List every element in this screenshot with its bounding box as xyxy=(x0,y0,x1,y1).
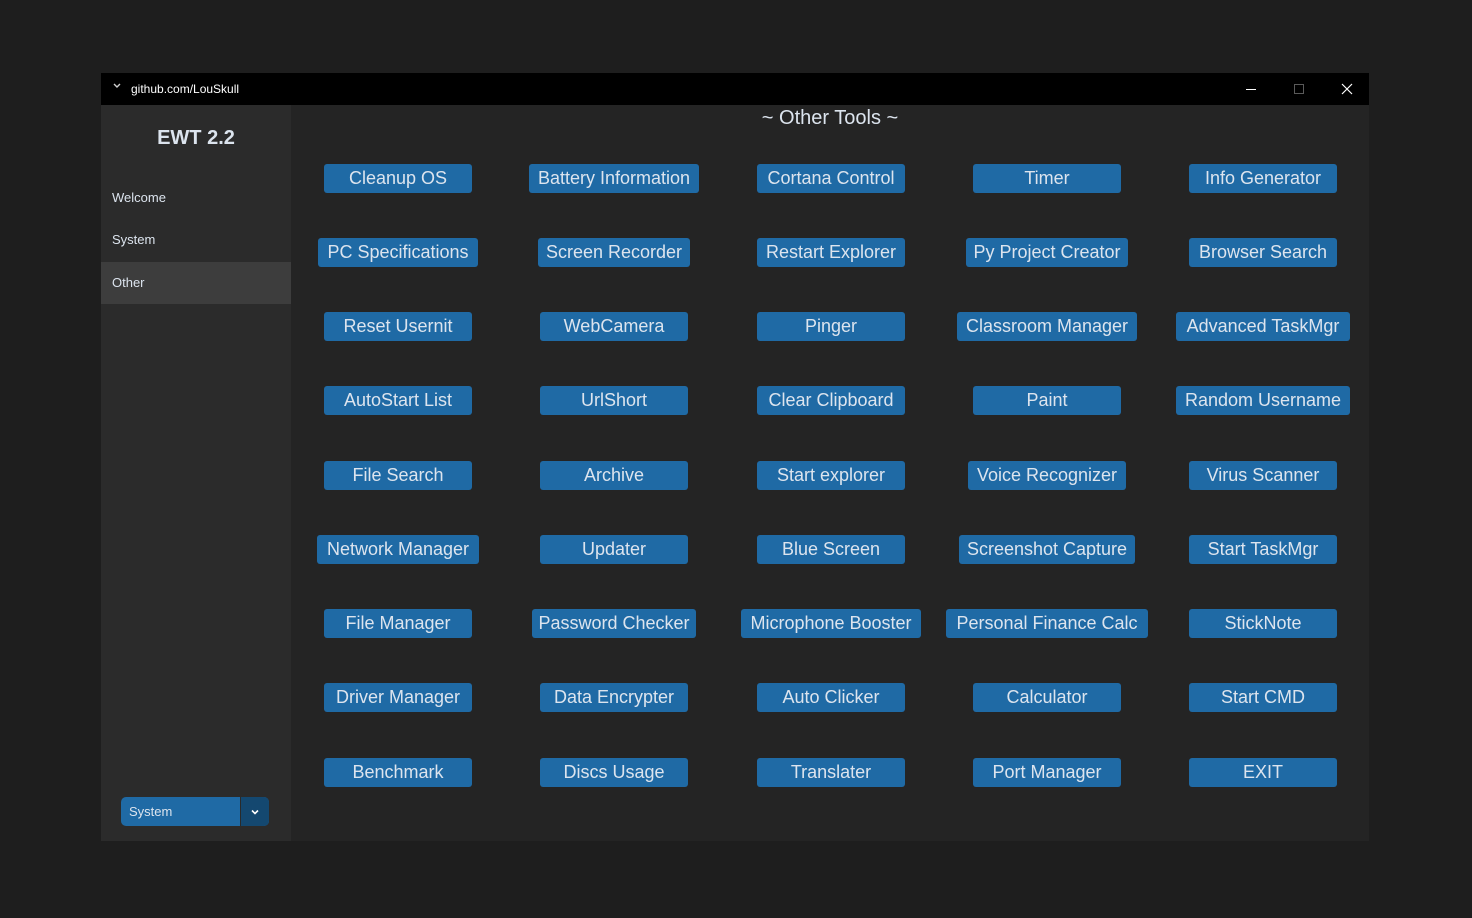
exit-button[interactable]: EXIT xyxy=(1189,758,1337,787)
advanced-taskmgr-button[interactable]: Advanced TaskMgr xyxy=(1176,312,1350,341)
classroom-manager-button[interactable]: Classroom Manager xyxy=(957,312,1137,341)
reset-usernit-button[interactable]: Reset Usernit xyxy=(324,312,472,341)
virus-scanner-button[interactable]: Virus Scanner xyxy=(1189,461,1337,490)
personal-finance-calc-button[interactable]: Personal Finance Calc xyxy=(946,609,1148,638)
auto-clicker-button[interactable]: Auto Clicker xyxy=(757,683,905,712)
file-search-button[interactable]: File Search xyxy=(324,461,472,490)
app-window: github.com/LouSkull EWT 2.2 Welcome Syst… xyxy=(101,73,1369,841)
benchmark-button[interactable]: Benchmark xyxy=(324,758,472,787)
appearance-mode-select[interactable]: System xyxy=(121,797,269,826)
port-manager-button[interactable]: Port Manager xyxy=(973,758,1121,787)
cleanup-os-button[interactable]: Cleanup OS xyxy=(324,164,472,193)
network-manager-button[interactable]: Network Manager xyxy=(317,535,479,564)
screenshot-capture-button[interactable]: Screenshot Capture xyxy=(959,535,1135,564)
voice-recognizer-button[interactable]: Voice Recognizer xyxy=(968,461,1126,490)
random-username-button[interactable]: Random Username xyxy=(1176,386,1350,415)
browser-search-button[interactable]: Browser Search xyxy=(1189,238,1337,267)
window-title: github.com/LouSkull xyxy=(131,82,240,96)
appearance-mode-value: System xyxy=(129,804,173,819)
screen-recorder-button[interactable]: Screen Recorder xyxy=(538,238,690,267)
start-taskmgr-button[interactable]: Start TaskMgr xyxy=(1189,535,1337,564)
battery-information-button[interactable]: Battery Information xyxy=(529,164,699,193)
autostart-list-button[interactable]: AutoStart List xyxy=(324,386,472,415)
data-encrypter-button[interactable]: Data Encrypter xyxy=(540,683,688,712)
page-title: ~ Other Tools ~ xyxy=(761,107,899,129)
minimize-icon xyxy=(1246,89,1256,90)
close-button[interactable] xyxy=(1323,73,1371,105)
chevron-down-icon xyxy=(251,809,259,815)
restart-explorer-button[interactable]: Restart Explorer xyxy=(757,238,905,267)
discs-usage-button[interactable]: Discs Usage xyxy=(540,758,688,787)
driver-manager-button[interactable]: Driver Manager xyxy=(324,683,472,712)
minimize-button[interactable] xyxy=(1227,73,1275,105)
pinger-button[interactable]: Pinger xyxy=(757,312,905,341)
info-generator-button[interactable]: Info Generator xyxy=(1189,164,1337,193)
start-explorer-button[interactable]: Start explorer xyxy=(757,461,905,490)
sticknote-button[interactable]: StickNote xyxy=(1189,609,1337,638)
title-bar[interactable]: github.com/LouSkull xyxy=(101,73,1369,105)
dropdown-toggle[interactable] xyxy=(240,797,269,826)
updater-button[interactable]: Updater xyxy=(540,535,688,564)
webcamera-button[interactable]: WebCamera xyxy=(540,312,688,341)
clear-clipboard-button[interactable]: Clear Clipboard xyxy=(757,386,905,415)
translater-button[interactable]: Translater xyxy=(757,758,905,787)
sidebar: EWT 2.2 Welcome System Other System xyxy=(101,105,291,841)
cortana-control-button[interactable]: Cortana Control xyxy=(757,164,905,193)
timer-button[interactable]: Timer xyxy=(973,164,1121,193)
file-manager-button[interactable]: File Manager xyxy=(324,609,472,638)
paint-button[interactable]: Paint xyxy=(973,386,1121,415)
app-logo: EWT 2.2 xyxy=(157,127,235,149)
maximize-icon xyxy=(1294,84,1304,94)
start-cmd-button[interactable]: Start CMD xyxy=(1189,683,1337,712)
archive-button[interactable]: Archive xyxy=(540,461,688,490)
sidebar-item-other[interactable]: Other xyxy=(101,262,291,304)
py-project-creator-button[interactable]: Py Project Creator xyxy=(966,238,1128,267)
microphone-booster-button[interactable]: Microphone Booster xyxy=(741,609,921,638)
calculator-button[interactable]: Calculator xyxy=(973,683,1121,712)
app-icon[interactable] xyxy=(111,81,123,95)
close-icon xyxy=(1341,83,1353,95)
blue-screen-button[interactable]: Blue Screen xyxy=(757,535,905,564)
sidebar-item-welcome[interactable]: Welcome xyxy=(101,177,291,219)
pc-specifications-button[interactable]: PC Specifications xyxy=(318,238,478,267)
password-checker-button[interactable]: Password Checker xyxy=(532,609,696,638)
sidebar-item-system[interactable]: System xyxy=(101,219,291,261)
urlshort-button[interactable]: UrlShort xyxy=(540,386,688,415)
maximize-button[interactable] xyxy=(1275,73,1323,105)
